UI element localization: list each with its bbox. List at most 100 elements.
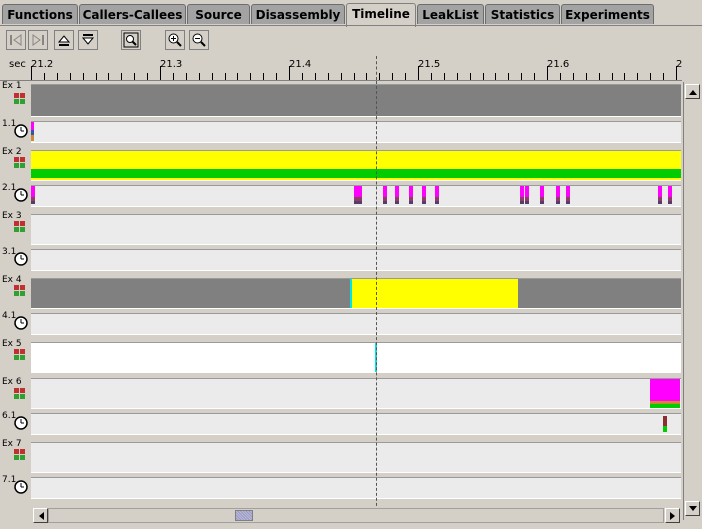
scroll-right-arrow[interactable] bbox=[665, 508, 680, 523]
tab-functions[interactable]: Functions bbox=[2, 4, 78, 24]
zoom-in-button[interactable] bbox=[165, 30, 185, 50]
row-thread-7-1: 7.1 bbox=[0, 475, 682, 502]
row-thread-3-1: 3.1 bbox=[0, 247, 682, 274]
clock-icon[interactable] bbox=[14, 124, 28, 138]
thread-lane[interactable] bbox=[31, 413, 681, 435]
clock-icon[interactable] bbox=[14, 416, 28, 430]
clock-icon[interactable] bbox=[14, 252, 28, 266]
event-marker[interactable] bbox=[422, 186, 426, 204]
vertical-scrollbar[interactable] bbox=[683, 82, 701, 520]
zoom-in-icon bbox=[168, 33, 182, 47]
ruler-label-21-4: 21.4 bbox=[289, 59, 312, 70]
experiment-icon[interactable] bbox=[14, 157, 26, 169]
row-ex2: Ex 2 bbox=[0, 147, 682, 183]
ex5-bar[interactable] bbox=[31, 342, 681, 373]
tab-timeline[interactable]: Timeline bbox=[346, 3, 416, 27]
horizontal-scrollbar[interactable] bbox=[31, 507, 682, 524]
timeline-rows: Ex 1 1.1 Ex 2 2.1 Ex 3 3.1 Ex 4 4.1 Ex 5… bbox=[0, 81, 682, 521]
row-ex3: Ex 3 bbox=[0, 211, 682, 247]
ruler-unit: sec bbox=[9, 59, 26, 70]
row-label: Ex 6 bbox=[2, 377, 22, 387]
clock-icon[interactable] bbox=[14, 480, 28, 494]
row-label: Ex 5 bbox=[2, 339, 22, 349]
tab-experiments[interactable]: Experiments bbox=[561, 4, 654, 24]
timeline-toolbar bbox=[2, 27, 680, 55]
ex6-bar[interactable] bbox=[31, 378, 681, 409]
arrow-left-icon bbox=[38, 511, 44, 520]
row-ex1: Ex 1 bbox=[0, 81, 682, 117]
row-ex5: Ex 5 bbox=[0, 339, 682, 375]
tab-callers-callees[interactable]: Callers-Callees bbox=[79, 4, 186, 24]
ex1-bar[interactable] bbox=[31, 84, 681, 117]
event-marker[interactable] bbox=[540, 186, 544, 204]
ex2-bar[interactable] bbox=[31, 150, 681, 181]
experiment-icon[interactable] bbox=[14, 221, 26, 233]
ruler-label-21-3: 21.3 bbox=[160, 59, 183, 70]
zoom-reset-button[interactable] bbox=[121, 30, 141, 50]
experiment-icon[interactable] bbox=[14, 349, 26, 361]
scroll-up-button[interactable] bbox=[54, 30, 74, 50]
thread-lane[interactable] bbox=[31, 477, 681, 499]
thread-lane[interactable] bbox=[31, 121, 681, 143]
experiment-icon[interactable] bbox=[14, 285, 26, 297]
event-marker[interactable] bbox=[395, 186, 399, 204]
thread-lane[interactable] bbox=[31, 249, 681, 271]
ruler-label-21-5: 21.5 bbox=[418, 59, 441, 70]
experiment-icon[interactable] bbox=[14, 388, 26, 400]
event-marker[interactable] bbox=[520, 186, 524, 204]
step-forward-button[interactable] bbox=[28, 30, 48, 50]
event-marker[interactable] bbox=[566, 186, 570, 204]
event-marker[interactable] bbox=[668, 186, 672, 204]
row-label: Ex 7 bbox=[2, 439, 22, 449]
clock-icon[interactable] bbox=[14, 188, 28, 202]
row-thread-2-1: 2.1 bbox=[0, 183, 682, 210]
thread-lane[interactable] bbox=[31, 313, 681, 335]
event-marker[interactable] bbox=[383, 186, 387, 204]
experiment-icon[interactable] bbox=[14, 93, 26, 105]
event-marker[interactable] bbox=[556, 186, 560, 204]
time-ruler: sec 21.2 21.3 21.4 21.5 21.6 2 bbox=[0, 56, 682, 81]
row-ex7: Ex 7 bbox=[0, 439, 682, 475]
scroll-down-icon bbox=[81, 34, 95, 45]
arrow-down-icon bbox=[688, 505, 697, 511]
row-ex6: Ex 6 bbox=[0, 375, 682, 411]
tab-source[interactable]: Source bbox=[187, 4, 250, 24]
experiment-icon[interactable] bbox=[14, 449, 26, 461]
step-forward-icon bbox=[32, 34, 44, 46]
ex4-bar[interactable] bbox=[31, 278, 681, 309]
row-label: Ex 3 bbox=[2, 211, 22, 221]
thread-lane[interactable] bbox=[31, 185, 681, 207]
ex7-bar[interactable] bbox=[31, 442, 681, 473]
time-cursor-line bbox=[376, 81, 378, 521]
arrow-right-icon bbox=[669, 511, 675, 520]
horizontal-scroll-track[interactable] bbox=[48, 508, 664, 523]
event-marker[interactable] bbox=[525, 186, 529, 204]
event-marker[interactable] bbox=[658, 186, 662, 204]
row-thread-1-1: 1.1 bbox=[0, 119, 682, 146]
scroll-left-arrow[interactable] bbox=[33, 508, 48, 523]
row-label: Ex 2 bbox=[2, 147, 22, 157]
row-ex4: Ex 4 bbox=[0, 275, 682, 311]
event-marker[interactable] bbox=[435, 186, 439, 204]
clock-icon[interactable] bbox=[14, 316, 28, 330]
zoom-out-button[interactable] bbox=[189, 30, 209, 50]
arrow-up-icon bbox=[688, 89, 697, 95]
event-marker[interactable] bbox=[409, 186, 413, 204]
zoom-out-icon bbox=[192, 33, 206, 47]
row-label: Ex 1 bbox=[2, 81, 22, 91]
ex3-bar[interactable] bbox=[31, 214, 681, 245]
tab-statistics[interactable]: Statistics bbox=[485, 4, 560, 24]
tab-disassembly[interactable]: Disassembly bbox=[251, 4, 345, 24]
horizontal-scroll-thumb[interactable] bbox=[235, 510, 253, 521]
scroll-up-arrow[interactable] bbox=[685, 84, 700, 99]
tab-bar: Functions Callers-Callees Source Disasse… bbox=[0, 0, 702, 27]
scroll-down-arrow[interactable] bbox=[685, 501, 700, 516]
scroll-down-button[interactable] bbox=[78, 30, 98, 50]
event-marker[interactable] bbox=[31, 186, 35, 204]
timeline-panel: sec 21.2 21.3 21.4 21.5 21.6 2 Ex 1 1.1 … bbox=[0, 56, 702, 529]
ruler-label-21-2: 21.2 bbox=[31, 59, 54, 70]
row-label: Ex 4 bbox=[2, 275, 22, 285]
step-back-button[interactable] bbox=[6, 30, 26, 50]
event-marker[interactable] bbox=[358, 186, 362, 204]
tab-leaklist[interactable]: LeakList bbox=[417, 4, 484, 24]
